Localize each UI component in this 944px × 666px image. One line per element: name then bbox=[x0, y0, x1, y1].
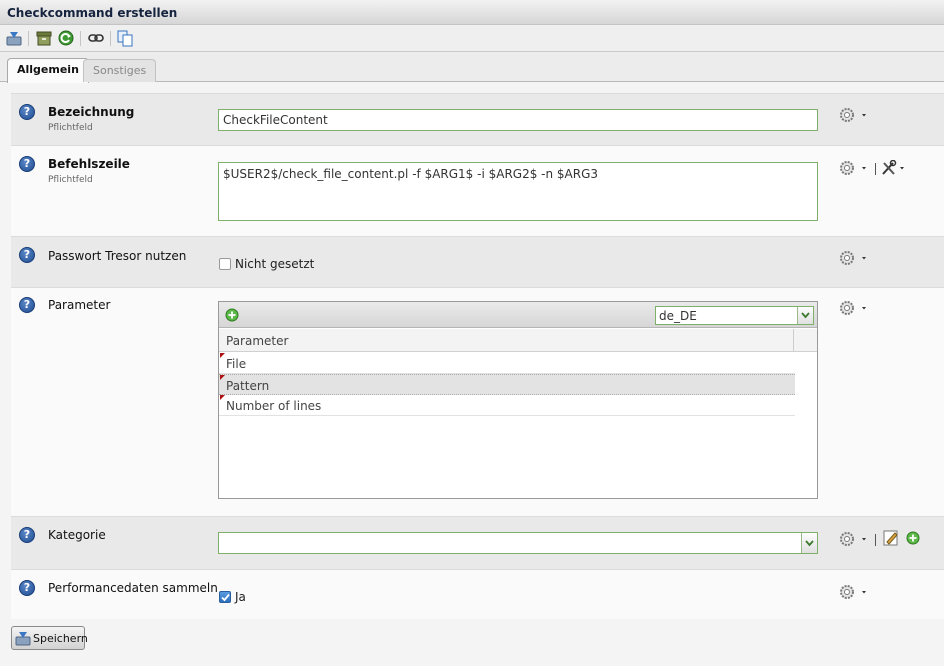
gear-icon[interactable] bbox=[839, 531, 869, 547]
category-label: Kategorie bbox=[48, 528, 106, 542]
save-icon bbox=[15, 632, 31, 646]
help-icon[interactable]: ? bbox=[19, 104, 35, 120]
modified-marker bbox=[220, 395, 225, 400]
vault-checkbox-label: Nicht gesetzt bbox=[235, 257, 315, 271]
help-icon[interactable]: ? bbox=[19, 247, 35, 263]
toolbar-separator bbox=[80, 31, 81, 46]
command-label: Befehlszeile bbox=[48, 157, 130, 171]
edit-icon[interactable] bbox=[883, 530, 899, 546]
checkmark-icon bbox=[221, 593, 230, 602]
parameter-label: Parameter bbox=[48, 298, 111, 312]
tab-sonstiges[interactable]: Sonstiges bbox=[83, 59, 157, 82]
gear-icon[interactable] bbox=[839, 107, 869, 123]
form-row-command: ? Befehlszeile Pflichtfeld $USER2$/check… bbox=[11, 145, 944, 236]
add-icon[interactable] bbox=[906, 531, 920, 545]
chevron-down-icon bbox=[805, 540, 814, 547]
window-title: Checkcommand erstellen bbox=[7, 6, 178, 20]
perfdata-checkbox[interactable] bbox=[219, 591, 231, 603]
toolbar-separator bbox=[110, 31, 111, 46]
vault-checkbox[interactable] bbox=[219, 258, 231, 270]
divider bbox=[875, 534, 876, 546]
tab-bar: Allgemein Sonstiges bbox=[0, 52, 944, 83]
save-button[interactable]: Speichern bbox=[11, 626, 88, 650]
name-label: Bezeichnung bbox=[48, 105, 135, 119]
form-row-category: ? Kategorie bbox=[11, 516, 944, 569]
form-row-perfdata: ? Performancedaten sammeln Ja bbox=[11, 569, 944, 619]
category-select[interactable] bbox=[218, 532, 818, 554]
tab-allgemein[interactable]: Allgemein bbox=[7, 58, 89, 83]
language-dropdown-button[interactable] bbox=[797, 307, 813, 324]
toolbar bbox=[0, 25, 944, 52]
parameter-cell: Pattern bbox=[226, 379, 270, 393]
add-icon[interactable] bbox=[225, 308, 239, 322]
perfdata-label: Performancedaten sammeln bbox=[48, 581, 218, 595]
save-icon[interactable] bbox=[5, 29, 23, 47]
help-icon[interactable]: ? bbox=[19, 527, 35, 543]
perfdata-checkbox-label: Ja bbox=[235, 590, 246, 604]
help-icon[interactable]: ? bbox=[19, 297, 35, 313]
name-field[interactable]: CheckFileContent bbox=[218, 109, 818, 131]
gear-icon[interactable] bbox=[839, 300, 869, 316]
divider bbox=[875, 163, 876, 175]
table-row[interactable]: File bbox=[219, 353, 795, 374]
parameter-grid-toolbar: de_DE bbox=[219, 302, 817, 328]
column-separator bbox=[793, 329, 794, 351]
help-icon[interactable]: ? bbox=[19, 580, 35, 596]
help-icon[interactable]: ? bbox=[19, 156, 35, 172]
table-row[interactable]: Number of lines bbox=[219, 395, 795, 416]
refresh-icon[interactable] bbox=[57, 29, 75, 47]
table-row[interactable]: Pattern bbox=[219, 374, 795, 395]
gear-icon[interactable] bbox=[839, 584, 869, 600]
archive-icon[interactable] bbox=[35, 29, 53, 47]
toolbar-separator bbox=[28, 31, 29, 46]
modified-marker bbox=[220, 375, 225, 380]
copy-icon[interactable] bbox=[116, 29, 134, 47]
category-dropdown-button[interactable] bbox=[801, 533, 817, 553]
save-button-label: Speichern bbox=[33, 632, 88, 645]
command-textarea[interactable]: $USER2$/check_file_content.pl -f $ARG1$ … bbox=[218, 162, 818, 221]
window-titlebar: Checkcommand erstellen bbox=[0, 0, 944, 25]
gear-icon[interactable] bbox=[839, 160, 869, 176]
chevron-down-icon bbox=[801, 312, 810, 319]
language-select[interactable]: de_DE bbox=[655, 306, 814, 325]
language-select-value: de_DE bbox=[659, 309, 697, 323]
name-required-hint: Pflichtfeld bbox=[48, 123, 93, 133]
form-row-name: ? Bezeichnung Pflichtfeld CheckFileConte… bbox=[11, 93, 944, 145]
tools-icon[interactable] bbox=[881, 160, 911, 176]
link-icon[interactable] bbox=[87, 29, 105, 47]
command-required-hint: Pflichtfeld bbox=[48, 175, 93, 185]
parameter-column-header[interactable]: Parameter bbox=[226, 334, 288, 348]
parameter-grid-header: Parameter bbox=[219, 329, 817, 352]
parameter-cell: File bbox=[226, 357, 247, 371]
parameter-cell: Number of lines bbox=[226, 399, 322, 413]
form-row-vault: ? Passwort Tresor nutzen Nicht gesetzt bbox=[11, 236, 944, 287]
modified-marker bbox=[220, 353, 225, 358]
parameter-grid: de_DE Parameter File Pattern Number of l… bbox=[218, 301, 818, 499]
gear-icon[interactable] bbox=[839, 250, 869, 266]
vault-label: Passwort Tresor nutzen bbox=[48, 249, 187, 263]
